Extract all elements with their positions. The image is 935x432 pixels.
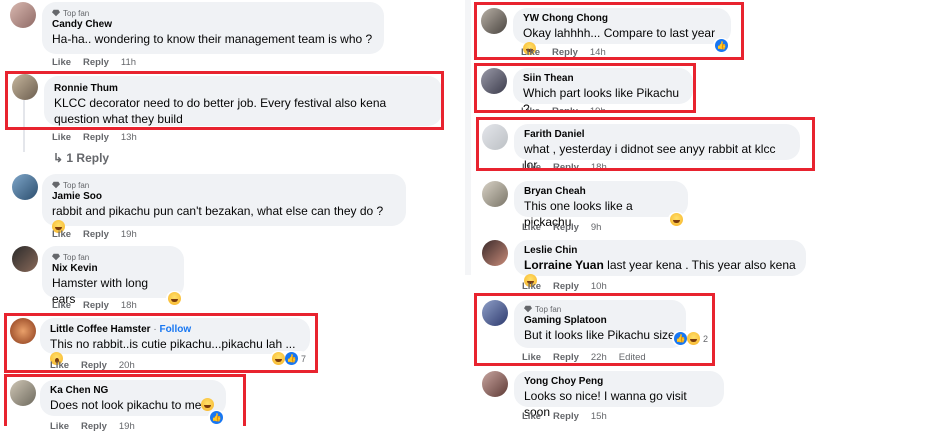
author-name[interactable]: Yong Choy Peng [524,375,714,388]
timestamp[interactable]: 18h [121,300,137,311]
highlight-box [476,117,815,171]
mention-link[interactable]: Lorraine Yuan [524,258,604,272]
highlight-box [5,71,444,130]
reply-button[interactable]: Reply [83,132,109,143]
avatar[interactable] [482,240,508,266]
reply-button[interactable]: Reply [83,229,109,240]
like-button[interactable]: Like [52,57,71,68]
avatar[interactable] [482,371,508,397]
avatar[interactable] [10,2,36,28]
top-fan-badge: Top fan [52,8,374,18]
like-button[interactable]: Like [52,229,71,240]
like-button[interactable]: Like [52,300,71,311]
reaction-count[interactable] [166,291,183,306]
like-button[interactable]: Like [522,281,541,292]
highlight-box [474,293,715,366]
comment-actions: Like Reply 13h [52,132,137,143]
timestamp[interactable]: 9h [591,222,602,233]
highlight-box [4,313,318,373]
author-name[interactable]: Nix Kevin [52,262,174,275]
reply-button[interactable]: Reply [553,411,579,422]
author-name[interactable]: Jamie Soo [52,190,396,203]
author-name[interactable]: Bryan Cheah [524,185,678,198]
diamond-icon [52,9,60,17]
avatar[interactable] [482,181,508,207]
reply-button[interactable]: Reply [83,57,109,68]
like-button[interactable]: Like [522,411,541,422]
column-divider [465,0,471,275]
highlight-box [4,374,246,426]
highlight-box [474,2,744,60]
reply-button[interactable]: Reply [83,300,109,311]
author-name[interactable]: Candy Chew [52,18,374,31]
comment-bubble: Top fan Nix Kevin Hamster with long ears [42,246,184,306]
view-replies-link[interactable]: ↳ 1 Reply [53,151,109,165]
comment-bubble: Leslie Chin Lorraine Yuan last year kena… [514,240,806,287]
haha-reaction-icon [670,213,683,226]
timestamp[interactable]: 19h [121,229,137,240]
diamond-icon [52,253,60,261]
reply-button[interactable]: Reply [553,281,579,292]
comment-text: Ha-ha.. wondering to know their manageme… [52,32,373,46]
timestamp[interactable]: 13h [121,132,137,143]
like-button[interactable]: Like [52,132,71,143]
timestamp[interactable]: 15h [591,411,607,422]
like-button[interactable]: Like [522,222,541,233]
comment-bubble: Top fan Candy Chew Ha-ha.. wondering to … [42,2,384,54]
comment-actions: Like Reply 11h [52,57,136,68]
avatar[interactable] [12,246,38,272]
timestamp[interactable]: 10h [591,281,607,292]
comment-actions: Like Reply 10h [522,281,607,292]
reply-button[interactable]: Reply [553,222,579,233]
comment-actions: Like Reply 18h [52,300,137,311]
top-fan-badge: Top fan [52,252,174,262]
comment-actions: Like Reply 9h [522,222,601,233]
top-fan-badge: Top fan [52,180,396,190]
diamond-icon [52,181,60,189]
haha-reaction-icon [168,292,181,305]
timestamp[interactable]: 11h [121,57,136,68]
comment-bubble: Yong Choy Peng Looks so nice! I wanna go… [514,371,724,419]
comment-actions: Like Reply 19h [52,229,137,240]
reaction-count[interactable] [668,212,685,227]
author-name[interactable]: Leslie Chin [524,244,796,257]
comment-bubble: Bryan Cheah This one looks like a pickac… [514,181,688,229]
comment-bubble: Top fan Jamie Soo rabbit and pikachu pun… [42,174,406,233]
reply-arrow-icon: ↳ [53,151,67,165]
avatar[interactable] [12,174,38,200]
highlight-box [474,63,696,113]
comment-actions: Like Reply 15h [522,411,607,422]
